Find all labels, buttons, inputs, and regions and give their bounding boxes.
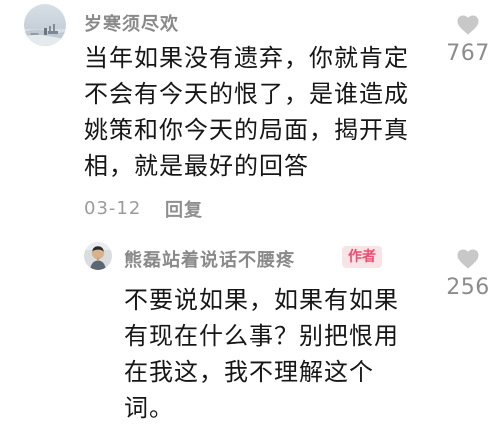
main-comment-text: 当年如果没有遗弃，你就肯定 不会有今天的恨了，是谁造成 姚策和你今天的局面，揭开… bbox=[84, 44, 409, 180]
reply-like-group[interactable]: 256 bbox=[441, 248, 495, 300]
comment-thread: 岁寒须尽欢 当年如果没有遗弃，你就肯定 不会有今天的恨了，是谁造成 姚策和你今天… bbox=[0, 0, 500, 422]
heart-icon[interactable] bbox=[456, 248, 480, 270]
avatar-reply[interactable] bbox=[84, 242, 112, 270]
main-like-count: 767 bbox=[446, 41, 490, 66]
avatar-main[interactable] bbox=[24, 4, 66, 46]
heart-icon[interactable] bbox=[456, 14, 480, 36]
reply-button[interactable]: 回复 bbox=[165, 196, 203, 222]
main-comment-date: 03-12 bbox=[84, 198, 142, 219]
reply-like-count: 256 bbox=[446, 275, 490, 300]
main-like-group[interactable]: 767 bbox=[441, 14, 495, 66]
reply-comment-text: 不要说如果，如果有如果 有现在什么事？别把恨用 在我这，我不理解这个 词。 bbox=[124, 286, 399, 422]
main-username[interactable]: 岁寒须尽欢 bbox=[84, 10, 179, 36]
author-badge: 作者 bbox=[342, 246, 382, 268]
reply-username[interactable]: 熊磊站着说话不腰疼 bbox=[124, 246, 295, 272]
